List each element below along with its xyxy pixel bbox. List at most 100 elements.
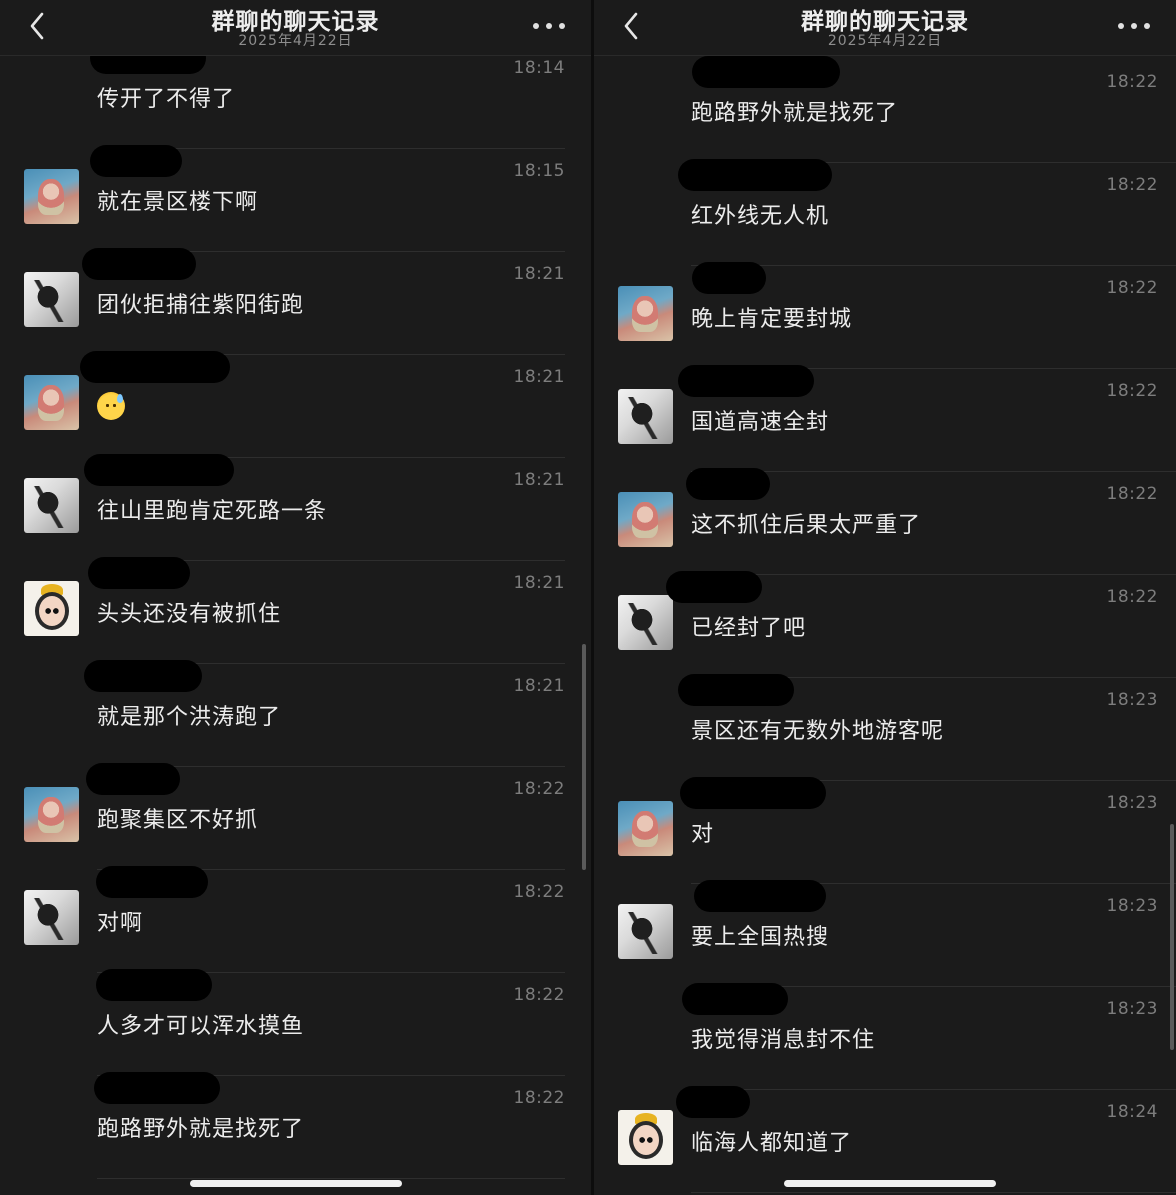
message-text: 晚上肯定要封城: [691, 307, 853, 332]
message-row[interactable]: 18:21 往山里跑肯定死路一条: [0, 454, 591, 561]
more-dots-icon: [1131, 23, 1137, 29]
message-row[interactable]: 18:21 就是那个洪涛跑了: [0, 660, 591, 767]
avatar[interactable]: [618, 286, 673, 341]
avatar[interactable]: [618, 492, 673, 547]
message-text: 临海人都知道了: [691, 1131, 853, 1156]
redacted-sender-name: [678, 365, 814, 397]
message-row[interactable]: 18:22 国道高速全封: [594, 365, 1176, 472]
message-row[interactable]: 18:21 头头还没有被抓住: [0, 557, 591, 664]
message-text: 跑路野外就是找死了: [691, 101, 899, 126]
message-text: 已经封了吧: [691, 616, 807, 641]
message-time: 18:21: [513, 573, 565, 593]
more-button[interactable]: [1118, 14, 1150, 38]
redacted-sender-name: [94, 1072, 220, 1104]
message-row[interactable]: 18:22 这不抓住后果太严重了: [594, 468, 1176, 575]
message-row[interactable]: 18:14 传开了不得了: [0, 42, 591, 149]
message-time: 18:21: [513, 264, 565, 284]
message-time: 18:21: [513, 470, 565, 490]
home-indicator: [784, 1180, 996, 1187]
more-dots-icon: [533, 23, 539, 29]
avatar[interactable]: [618, 389, 673, 444]
avatar[interactable]: [24, 581, 79, 636]
redacted-sender-name: [682, 983, 788, 1015]
redacted-sender-name: [96, 866, 208, 898]
message-row[interactable]: 18:23 对: [594, 777, 1176, 884]
scrollbar[interactable]: [1170, 824, 1174, 1050]
redacted-sender-name: [676, 1086, 750, 1118]
message-separator: [97, 1178, 565, 1179]
message-time: 18:22: [1106, 72, 1158, 92]
message-text: 传开了不得了: [97, 87, 236, 112]
redacted-sender-name: [90, 145, 182, 177]
avatar[interactable]: [24, 787, 79, 842]
redacted-sender-name: [678, 159, 832, 191]
message-time: 18:14: [513, 58, 565, 78]
message-row[interactable]: 18:23 我觉得消息封不住: [594, 983, 1176, 1090]
message-text: 头头还没有被抓住: [97, 602, 282, 627]
page-subtitle-date: 2025年4月22日: [238, 33, 353, 49]
redacted-sender-name: [686, 468, 770, 500]
sweat-smile-emoji-icon: [97, 392, 125, 420]
redacted-sender-name: [96, 969, 212, 1001]
message-row[interactable]: 18:22 人多才可以浑水摸鱼: [0, 969, 591, 1076]
avatar[interactable]: [24, 272, 79, 327]
redacted-sender-name: [88, 557, 190, 589]
message-time: 18:23: [1106, 896, 1158, 916]
message-row[interactable]: 18:22 跑路野外就是找死了: [0, 1072, 591, 1179]
redacted-sender-name: [666, 571, 762, 603]
redacted-sender-name: [692, 56, 840, 88]
message-time: 18:21: [513, 367, 565, 387]
message-time: 18:22: [513, 882, 565, 902]
message-text: 我觉得消息封不住: [691, 1028, 876, 1053]
message-time: 18:22: [1106, 484, 1158, 504]
more-dots-icon: [559, 23, 565, 29]
more-dots-icon: [1118, 23, 1124, 29]
message-row[interactable]: 18:22 已经封了吧: [594, 571, 1176, 678]
avatar[interactable]: [24, 375, 79, 430]
message-row[interactable]: 18:22 对啊: [0, 866, 591, 973]
message-row[interactable]: 18:23 要上全国热搜: [594, 880, 1176, 987]
message-list: 18:22 跑路野外就是找死了 18:22 红外线无人机 18:22 晚上肯定要封城 18:…: [594, 56, 1176, 1193]
message-row[interactable]: 18:22 晚上肯定要封城: [594, 262, 1176, 369]
chat-history-panel-right: 18:22 跑路野外就是找死了 18:22 红外线无人机 18:22 晚上肯定要封城 18:…: [594, 0, 1176, 1195]
message-text: 团伙拒捕往紫阳街跑: [97, 293, 305, 318]
message-time: 18:22: [513, 779, 565, 799]
message-time: 18:22: [1106, 587, 1158, 607]
message-row[interactable]: 18:22 红外线无人机: [594, 159, 1176, 266]
avatar[interactable]: [24, 890, 79, 945]
avatar[interactable]: [618, 595, 673, 650]
message-list: 18:14 传开了不得了 18:15 就在景区楼下啊 18:21 团伙拒捕往紫阳街跑 18:…: [0, 42, 591, 1179]
message-time: 18:22: [513, 985, 565, 1005]
message-text: 对: [691, 822, 715, 847]
more-button[interactable]: [533, 14, 565, 38]
message-text: 人多才可以浑水摸鱼: [97, 1014, 305, 1039]
message-text: 这不抓住后果太严重了: [691, 513, 922, 538]
message-row[interactable]: 18:22 跑路野外就是找死了: [594, 56, 1176, 163]
header: 群聊的聊天记录 2025年4月22日: [594, 0, 1176, 56]
redacted-sender-name: [80, 351, 230, 383]
avatar[interactable]: [618, 801, 673, 856]
avatar[interactable]: [24, 169, 79, 224]
message-row[interactable]: 18:24 临海人都知道了: [594, 1086, 1176, 1193]
more-dots-icon: [1144, 23, 1150, 29]
avatar[interactable]: [24, 478, 79, 533]
message-row[interactable]: 18:21: [0, 351, 591, 458]
scrollbar[interactable]: [582, 644, 586, 870]
message-time: 18:23: [1106, 793, 1158, 813]
avatar[interactable]: [618, 1110, 673, 1165]
message-row[interactable]: 18:23 景区还有无数外地游客呢: [594, 674, 1176, 781]
redacted-sender-name: [678, 674, 794, 706]
avatar[interactable]: [618, 904, 673, 959]
message-time: 18:23: [1106, 999, 1158, 1019]
message-row[interactable]: 18:22 跑聚集区不好抓: [0, 763, 591, 870]
redacted-sender-name: [84, 660, 202, 692]
message-text: 对啊: [97, 911, 144, 936]
message-text: 要上全国热搜: [691, 925, 830, 950]
message-row[interactable]: 18:21 团伙拒捕往紫阳街跑: [0, 248, 591, 355]
message-time: 18:22: [513, 1088, 565, 1108]
message-text: 红外线无人机: [691, 204, 830, 229]
message-time: 18:15: [513, 161, 565, 181]
message-text: 国道高速全封: [691, 410, 830, 435]
message-row[interactable]: 18:15 就在景区楼下啊: [0, 145, 591, 252]
message-time: 18:22: [1106, 381, 1158, 401]
